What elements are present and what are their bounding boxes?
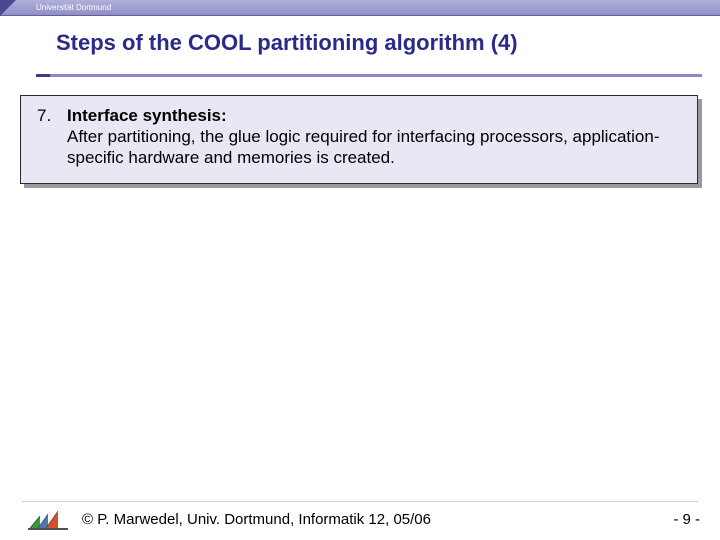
topbar: Universität Dortmund — [0, 0, 720, 16]
item-body: Interface synthesis: After partitioning,… — [67, 106, 683, 169]
page-number: - 9 - — [673, 511, 700, 528]
topbar-corner-decoration — [0, 0, 16, 16]
footer-divider — [22, 501, 698, 502]
institution-label: Universität Dortmund — [36, 3, 111, 12]
footer-copyright: © P. Marwedel, Univ. Dortmund, Informati… — [82, 511, 673, 528]
university-logo-icon — [28, 506, 70, 532]
page-title: Steps of the COOL partitioning algorithm… — [56, 30, 720, 56]
content-box-inner: 7. Interface synthesis: After partitioni… — [20, 95, 698, 184]
list-item: 7. Interface synthesis: After partitioni… — [35, 106, 683, 169]
footer: © P. Marwedel, Univ. Dortmund, Informati… — [0, 506, 720, 532]
item-text: After partitioning, the glue logic requi… — [67, 126, 683, 169]
title-area: Steps of the COOL partitioning algorithm… — [0, 16, 720, 66]
item-heading: Interface synthesis: — [67, 106, 227, 125]
item-number: 7. — [35, 106, 67, 126]
content-box: 7. Interface synthesis: After partitioni… — [20, 95, 698, 184]
title-underline — [36, 74, 702, 77]
